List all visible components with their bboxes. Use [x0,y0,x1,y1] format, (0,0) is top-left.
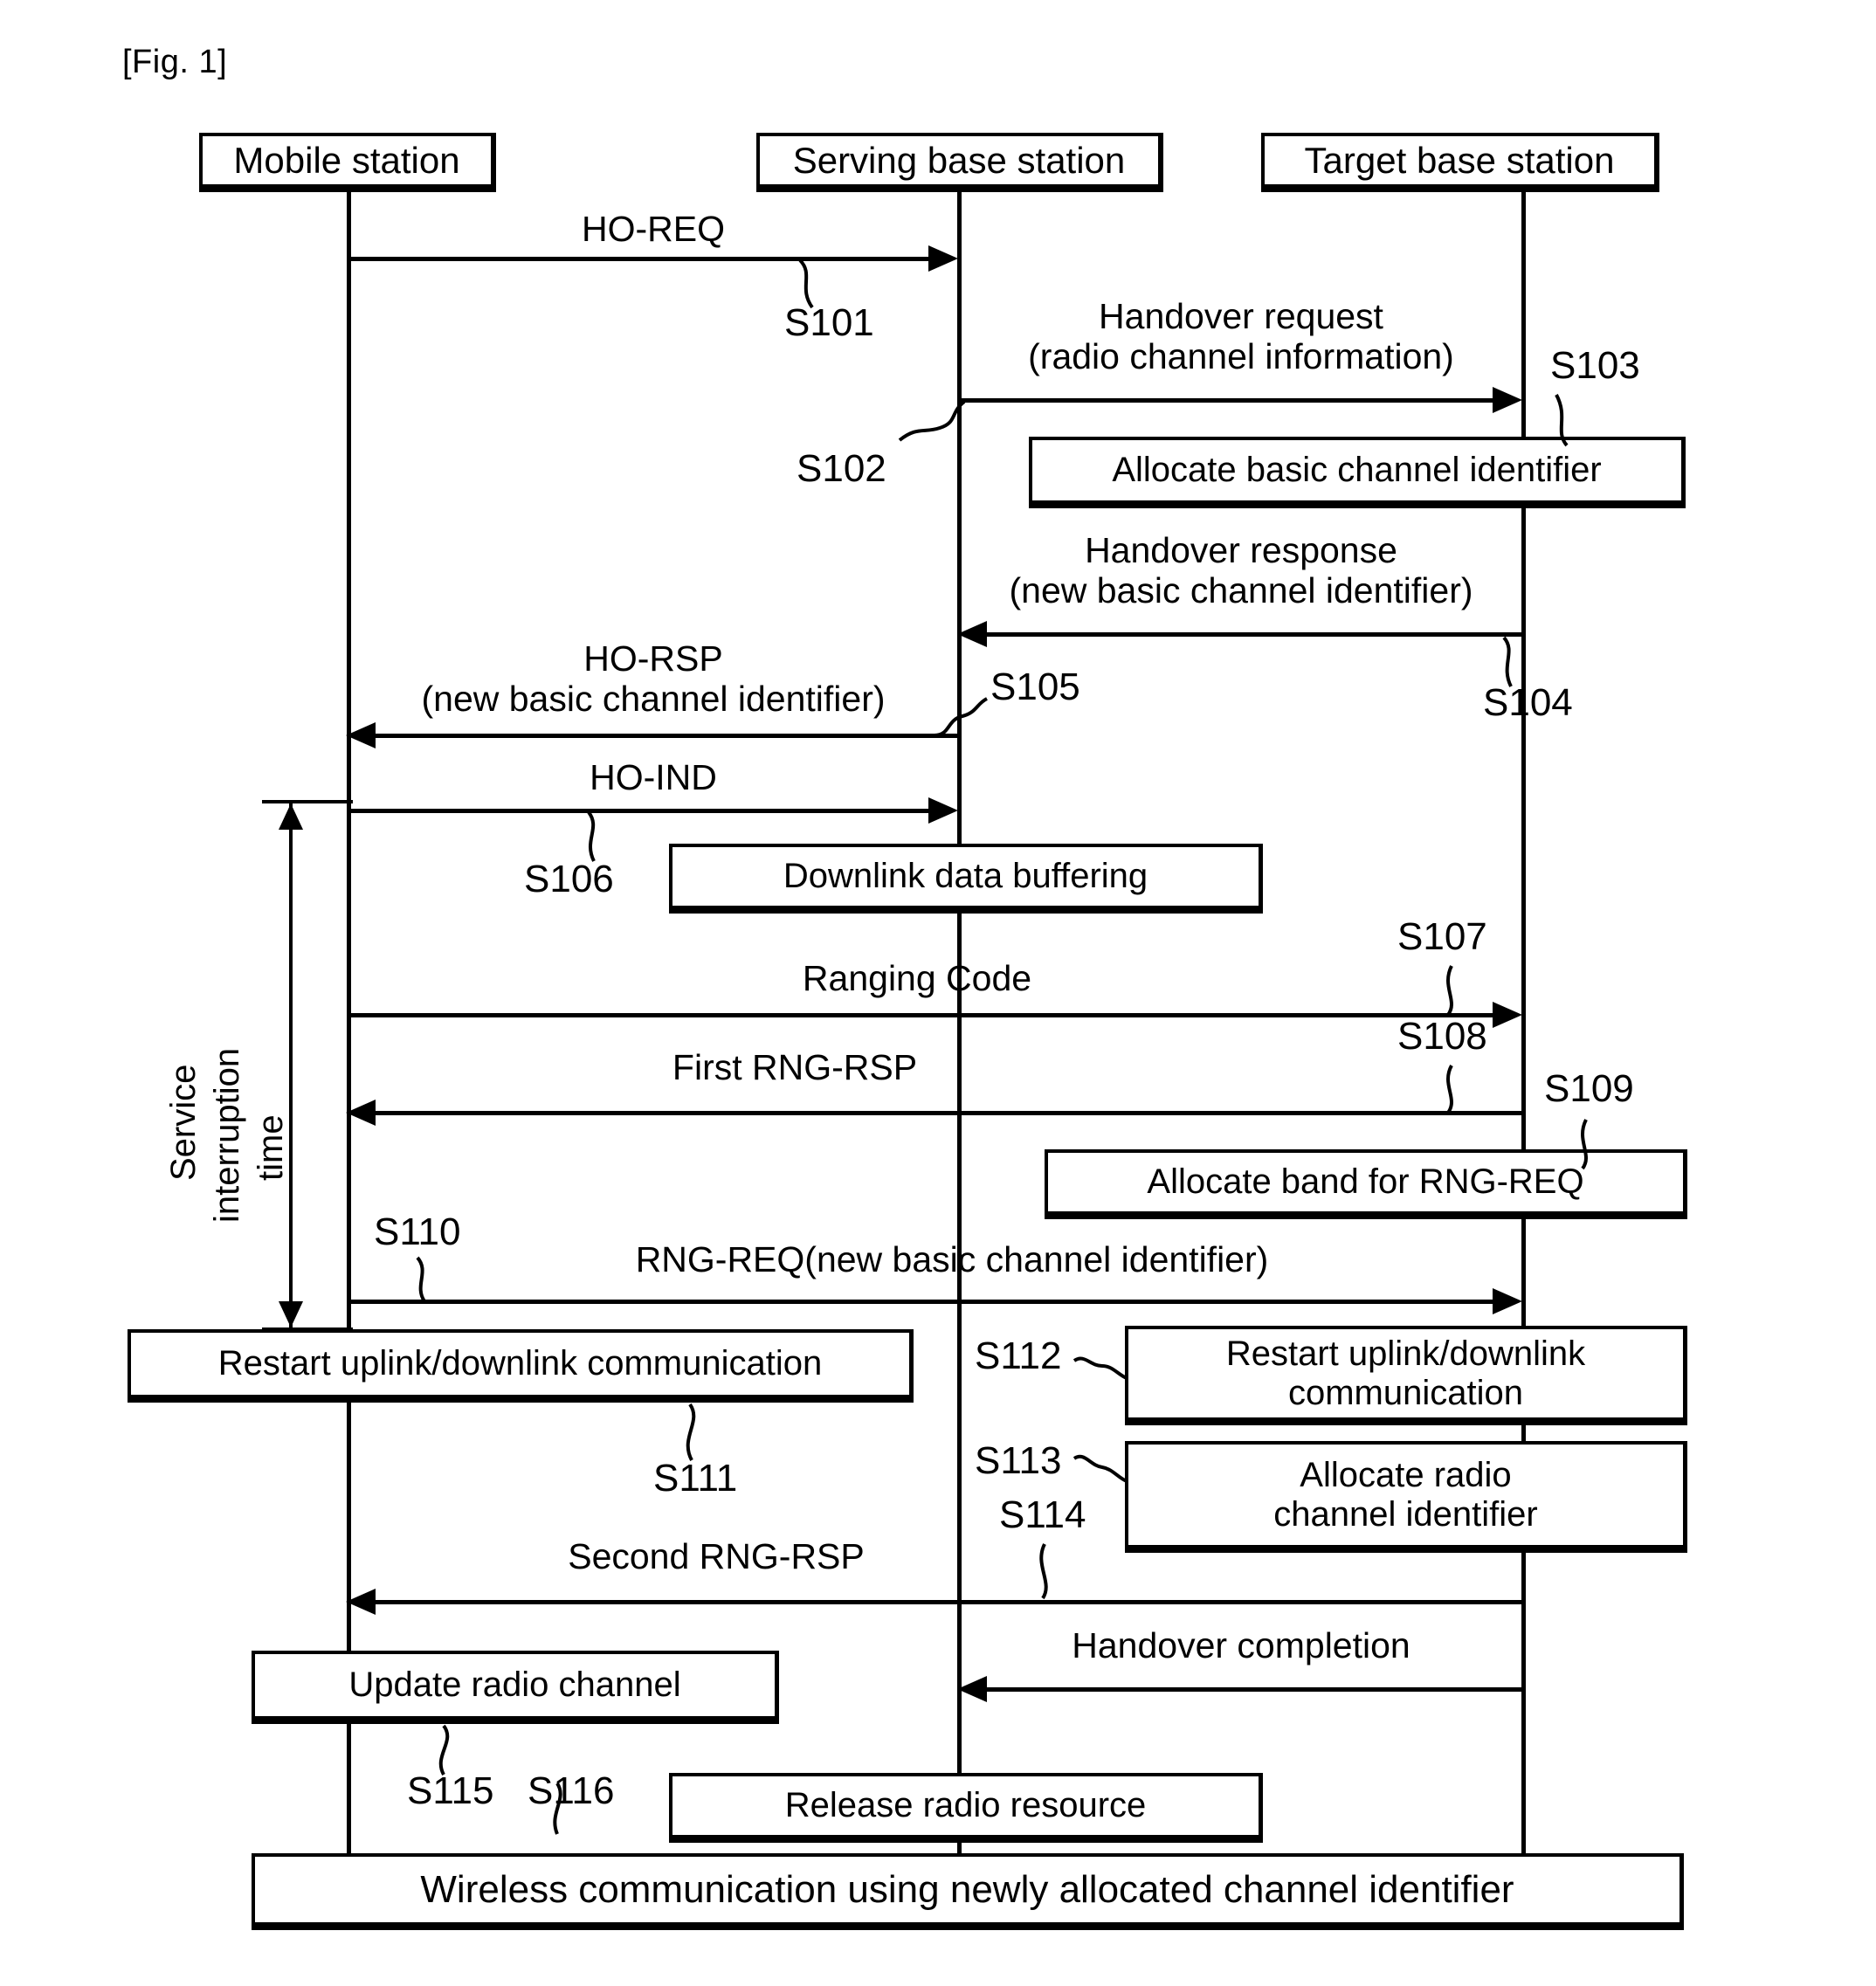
message-arrowhead-rng-req [1493,1288,1522,1314]
process-box-restart-uplink-downlink-communication-tbs: Restart uplink/downlink communication [1125,1326,1687,1425]
message-arrowhead-ho-ind [928,797,958,824]
process-box-wireless-communication: Wireless communication using newly alloc… [252,1853,1684,1930]
service-interruption-label-line3: time [252,1114,290,1181]
leader-s109 [1581,1119,1588,1170]
step-label-s108: S108 [1397,1015,1487,1058]
service-interruption-label-line2: interruption [208,1047,246,1223]
service-interruption-arrow-down [279,1301,303,1327]
actor-label-mobile-station: Mobile station [233,139,460,181]
leader-s114 [1039,1543,1048,1600]
step-label-s116: S116 [528,1769,615,1812]
step-label-s115: S115 [407,1769,494,1812]
message-line-ho-ind [348,809,928,813]
message-line-handover-response [987,632,1523,637]
message-line-second-rng-rsp [376,1600,1523,1604]
process-box-restart-uplink-downlink-communication-ms: Restart uplink/downlink communication [128,1329,914,1403]
actor-label-target-base-station: Target base station [1304,139,1615,181]
service-interruption-top-tick [262,800,353,803]
leader-s107 [1446,965,1453,1017]
actor-header-mobile-station: Mobile station [199,133,496,192]
leader-s103 [1555,394,1569,447]
message-line-handover-completion [987,1687,1523,1692]
message-arrowhead-handover-response [957,621,987,647]
message-line-ranging-code [348,1013,1493,1017]
process-box-allocate-basic-channel-identifier: Allocate basic channel identifier [1029,437,1686,508]
message-label-ranging-code: Ranging Code [802,958,1032,998]
leader-s108 [1446,1065,1453,1114]
actor-header-serving-base-station: Serving base station [756,133,1163,192]
message-line-ho-rsp [376,734,957,738]
step-label-s113: S113 [975,1439,1062,1482]
message-arrowhead-ranging-code [1493,1002,1522,1028]
step-label-s104: S104 [1483,681,1573,724]
message-label-ho-rsp: HO-RSP (new basic channel identifier) [421,638,886,719]
service-interruption-label-line1: Service [164,1064,203,1181]
leader-s110 [416,1256,426,1303]
service-interruption-axis [289,803,293,1327]
message-label-handover-request: Handover request (radio channel informat… [1028,296,1454,376]
message-line-handover-request [959,398,1493,403]
step-label-s107: S107 [1397,915,1487,958]
step-label-s111: S111 [653,1457,738,1500]
message-line-rng-req [348,1300,1493,1304]
step-label-s114: S114 [999,1493,1086,1536]
leader-s112 [1072,1356,1128,1380]
service-interruption-arrow-up [279,803,303,830]
message-arrowhead-ho-rsp [346,722,376,748]
process-box-downlink-data-buffering: Downlink data buffering [669,844,1263,914]
actor-label-serving-base-station: Serving base station [792,139,1126,181]
step-label-s110: S110 [374,1210,461,1253]
leader-s105 [934,697,989,737]
step-label-s103: S103 [1550,344,1640,387]
process-box-update-radio-channel: Update radio channel [252,1651,779,1724]
message-label-ho-req: HO-REQ [582,209,725,249]
message-label-handover-completion: Handover completion [1072,1625,1410,1665]
message-label-first-rng-rsp: First RNG-RSP [672,1047,918,1087]
step-label-s105: S105 [990,665,1080,708]
leader-s113 [1072,1454,1128,1483]
message-label-ho-ind: HO-IND [590,757,717,797]
process-box-allocate-radio-channel-identifier: Allocate radio channel identifier [1125,1441,1687,1553]
step-label-s102: S102 [797,447,886,490]
figure-label: [Fig. 1] [122,44,228,80]
leader-s111 [686,1403,696,1461]
message-arrowhead-handover-request [1493,387,1522,413]
message-arrowhead-ho-req [928,245,958,272]
message-arrowhead-second-rng-rsp [346,1589,376,1615]
step-label-s106: S106 [524,858,614,900]
actor-header-target-base-station: Target base station [1261,133,1659,192]
message-arrowhead-handover-completion [957,1676,987,1702]
message-label-rng-req: RNG-REQ(new basic channel identifier) [635,1239,1269,1279]
step-label-s101: S101 [784,301,874,344]
process-box-release-radio-resource: Release radio resource [669,1773,1263,1843]
message-label-handover-response: Handover response (new basic channel ide… [1009,530,1473,610]
message-label-second-rng-rsp: Second RNG-RSP [568,1536,865,1576]
message-arrowhead-first-rng-rsp [346,1100,376,1126]
message-line-first-rng-rsp [376,1111,1523,1115]
leader-s102 [898,400,966,442]
step-label-s112: S112 [975,1334,1062,1377]
step-label-s109: S109 [1544,1067,1634,1110]
figure-canvas: [Fig. 1] Mobile station Serving base sta… [0,0,1876,1986]
